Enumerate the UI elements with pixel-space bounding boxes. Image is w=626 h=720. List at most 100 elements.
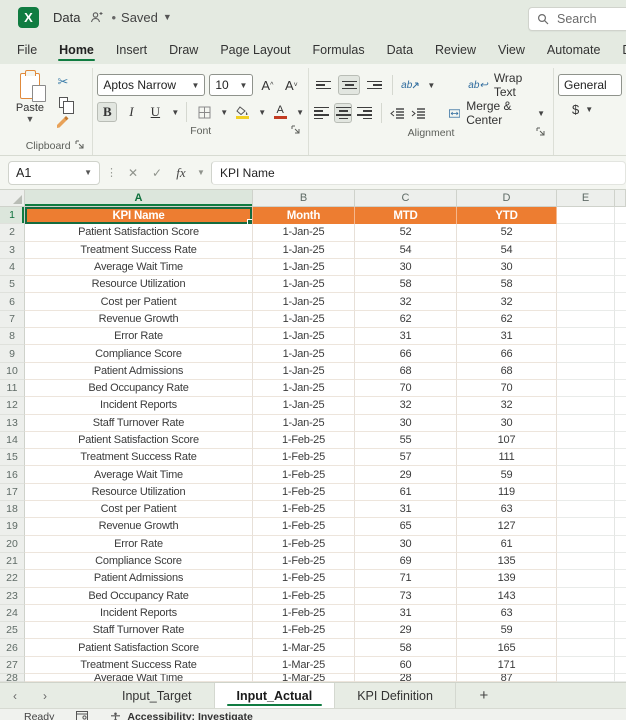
row-header-4[interactable]: 4	[0, 259, 25, 276]
accessibility-status[interactable]: Accessibility: Investigate	[110, 711, 252, 720]
cell[interactable]	[557, 639, 615, 656]
cell[interactable]: 52	[355, 224, 457, 241]
ribbon-tab-review[interactable]: Review	[424, 37, 487, 64]
font-color-button[interactable]: A	[270, 102, 290, 122]
row-header-8[interactable]: 8	[0, 328, 25, 345]
cell[interactable]	[557, 657, 615, 674]
sheet-nav-right-icon[interactable]: ›	[30, 683, 60, 708]
merge-center-button[interactable]: Merge & Center ▼	[445, 102, 549, 124]
cell[interactable]	[615, 466, 626, 483]
row-header-2[interactable]: 2	[0, 224, 25, 241]
cell[interactable]: 31	[355, 501, 457, 518]
cell[interactable]: Average Wait Time	[25, 466, 253, 483]
cell[interactable]: 1-Jan-25	[253, 363, 355, 380]
cell[interactable]: 1-Feb-25	[253, 449, 355, 466]
cell[interactable]: 54	[355, 242, 457, 259]
cell[interactable]: 52	[457, 224, 557, 241]
cell[interactable]: 1-Feb-25	[253, 588, 355, 605]
row-header-23[interactable]: 23	[0, 588, 25, 605]
cell[interactable]: 59	[457, 466, 557, 483]
cell[interactable]: Treatment Success Rate	[25, 242, 253, 259]
cell[interactable]: 165	[457, 639, 557, 656]
cell[interactable]: 29	[355, 622, 457, 639]
paste-button[interactable]: Paste ▼	[8, 70, 52, 124]
top-align-button[interactable]	[313, 75, 334, 95]
currency-chevron-icon[interactable]: ▼	[585, 105, 593, 114]
cell[interactable]: 1-Jan-25	[253, 224, 355, 241]
column-header-d[interactable]: D	[457, 190, 557, 206]
cell[interactable]: Treatment Success Rate	[25, 657, 253, 674]
cell[interactable]	[615, 536, 626, 553]
cell[interactable]: 1-Jan-25	[253, 380, 355, 397]
cell[interactable]: 1-Jan-25	[253, 259, 355, 276]
cell[interactable]: 28	[355, 674, 457, 682]
cell[interactable]: 1-Feb-25	[253, 536, 355, 553]
cell[interactable]: Patient Admissions	[25, 570, 253, 587]
cell[interactable]: 30	[355, 536, 457, 553]
fx-chevron-icon[interactable]: ▼	[195, 168, 207, 177]
grow-font-button[interactable]: A^	[257, 75, 277, 95]
file-name[interactable]: Data	[53, 10, 80, 25]
cell[interactable]	[615, 657, 626, 674]
cell[interactable]: 68	[355, 363, 457, 380]
middle-align-button[interactable]	[338, 75, 359, 95]
cell[interactable]: Month	[253, 207, 355, 224]
ribbon-tab-draw[interactable]: Draw	[158, 37, 209, 64]
center-button[interactable]	[334, 103, 352, 123]
cell[interactable]: 70	[457, 380, 557, 397]
cell[interactable]: 1-Mar-25	[253, 639, 355, 656]
row-header-17[interactable]: 17	[0, 484, 25, 501]
underline-chevron-icon[interactable]: ▼	[171, 108, 179, 117]
clipboard-dialog-launcher[interactable]	[75, 140, 87, 152]
cell[interactable]: 57	[355, 449, 457, 466]
align-right-button[interactable]	[356, 103, 373, 123]
cell[interactable]: Staff Turnover Rate	[25, 622, 253, 639]
cell[interactable]: 1-Jan-25	[253, 345, 355, 362]
cell[interactable]: 171	[457, 657, 557, 674]
wrap-text-button[interactable]: ab↩ Wrap Text	[464, 74, 549, 96]
formula-input[interactable]: KPI Name	[211, 161, 626, 185]
cell[interactable]: Bed Occupancy Rate	[25, 588, 253, 605]
cell[interactable]: Staff Turnover Rate	[25, 415, 253, 432]
row-header-1[interactable]: 1	[0, 207, 25, 224]
cell[interactable]: MTD	[355, 207, 457, 224]
row-header-22[interactable]: 22	[0, 570, 25, 587]
cell[interactable]: KPI Name	[25, 207, 253, 224]
cell[interactable]	[557, 588, 615, 605]
cell[interactable]	[615, 622, 626, 639]
cell[interactable]: Error Rate	[25, 328, 253, 345]
row-header-28[interactable]: 28	[0, 674, 25, 682]
font-name-select[interactable]: Aptos Narrow▼	[97, 74, 205, 96]
cell[interactable]: 1-Jan-25	[253, 293, 355, 310]
cell[interactable]: 30	[355, 415, 457, 432]
shrink-font-button[interactable]: A˅	[281, 75, 301, 95]
cell[interactable]: 30	[355, 259, 457, 276]
cell[interactable]	[615, 293, 626, 310]
format-painter-button[interactable]	[54, 114, 72, 130]
row-header-5[interactable]: 5	[0, 276, 25, 293]
number-format-select[interactable]: General	[558, 74, 622, 96]
cell[interactable]	[557, 674, 615, 682]
row-header-18[interactable]: 18	[0, 501, 25, 518]
cell[interactable]: 59	[457, 622, 557, 639]
cell[interactable]: YTD	[457, 207, 557, 224]
cell[interactable]: 127	[457, 518, 557, 535]
cell[interactable]: Patient Satisfaction Score	[25, 432, 253, 449]
cell[interactable]: 1-Jan-25	[253, 328, 355, 345]
cell[interactable]	[557, 293, 615, 310]
cell[interactable]: 32	[355, 397, 457, 414]
cell[interactable]: Compliance Score	[25, 345, 253, 362]
cell[interactable]	[557, 259, 615, 276]
share-person-icon[interactable]	[90, 11, 103, 24]
italic-button[interactable]: I	[121, 102, 141, 122]
cell[interactable]: 111	[457, 449, 557, 466]
increase-indent-button[interactable]	[410, 103, 427, 123]
cell[interactable]: Revenue Growth	[25, 311, 253, 328]
select-all-corner[interactable]	[0, 190, 25, 206]
cell[interactable]	[615, 570, 626, 587]
row-header-14[interactable]: 14	[0, 432, 25, 449]
cell[interactable]: 63	[457, 501, 557, 518]
cell[interactable]: 32	[457, 397, 557, 414]
cell[interactable]: 61	[457, 536, 557, 553]
cell[interactable]	[557, 570, 615, 587]
